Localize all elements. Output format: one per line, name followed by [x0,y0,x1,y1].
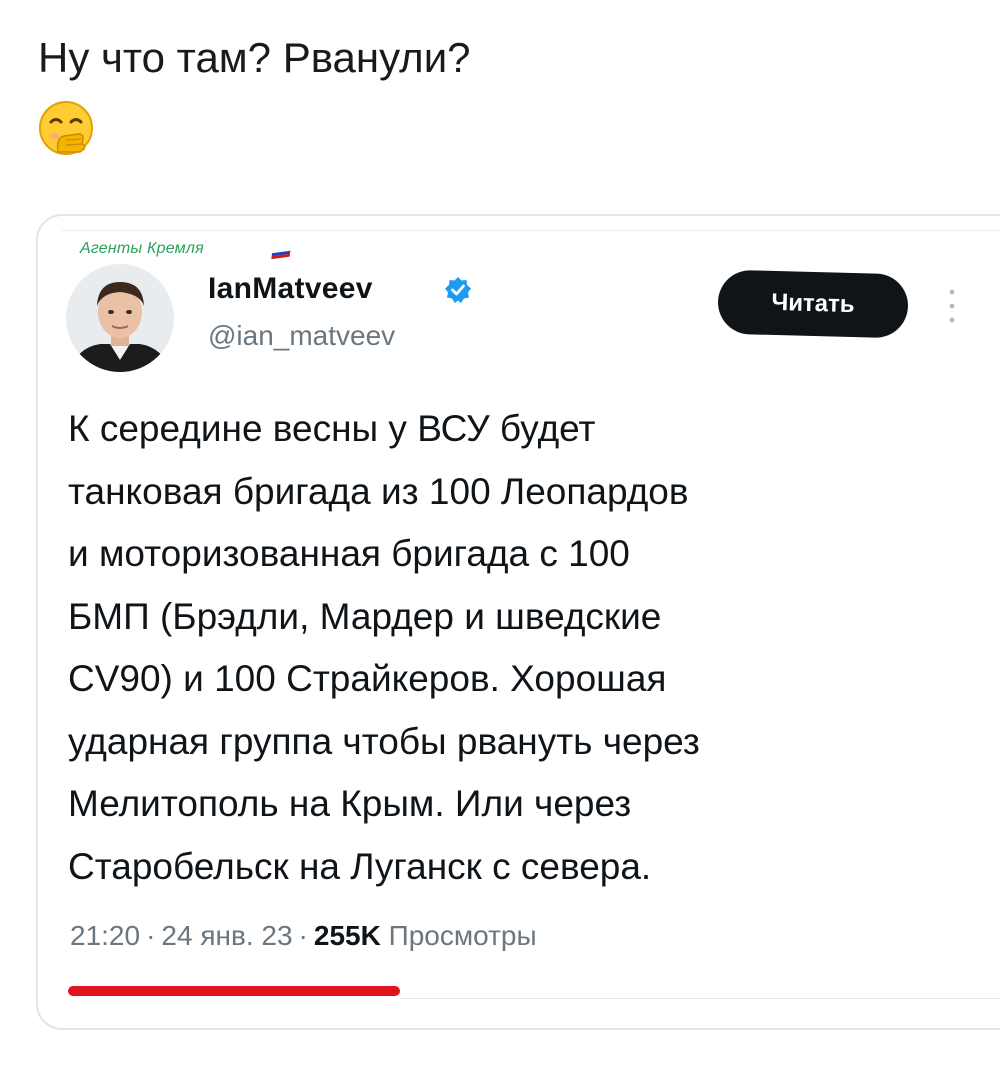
tweet-text-line: К середине весны у ВСУ будет [68,408,596,449]
views-count: 255K [313,920,381,951]
tweet-text-line: Старобельск на Луганск с севера. [68,845,652,887]
views-label: Просмотры [388,920,537,951]
author-handle[interactable]: @ian_matveev [208,320,395,352]
watermark-label: Агенты Кремля [80,240,204,257]
verified-badge-icon [445,277,471,303]
post-caption: Ну что там? Рванули? [38,34,471,81]
tweet-time[interactable]: 21:20 [70,920,140,951]
tweet-text-line: CV90) и 100 Страйкеров. Хорошая [68,658,667,699]
tweet-text-line: ударная группа чтобы рвануть через [68,720,700,762]
more-options-icon[interactable] [944,286,960,326]
tweet-meta: 21:20 · 24 янв. 23 · 255K Просмотры [70,920,537,952]
tweet-text: К середине весны у ВСУ будет танковая бр… [68,398,948,898]
separator-dot: · [298,920,308,951]
author-display-name[interactable]: IanMatveev [208,272,373,306]
tweet-text-line: БМП (Брэдли, Мардер и шведские [68,595,662,637]
card-top-divider [62,230,1000,231]
tweet-text-line: Мелитополь на Крым. Или через [68,783,632,824]
hand-over-mouth-emoji [39,101,93,155]
card-bottom-divider [400,998,1000,999]
red-underline-highlight [68,986,400,996]
tweet-date[interactable]: 24 янв. 23 [161,920,292,951]
follow-button[interactable]: Читать [717,269,909,339]
avatar[interactable] [66,264,174,372]
tweet-text-line: танковая бригада из 100 Леопардов [68,470,689,512]
separator-dot: · [146,920,156,951]
tweet-text-line: и моторизованная бригада с 100 [68,533,630,574]
